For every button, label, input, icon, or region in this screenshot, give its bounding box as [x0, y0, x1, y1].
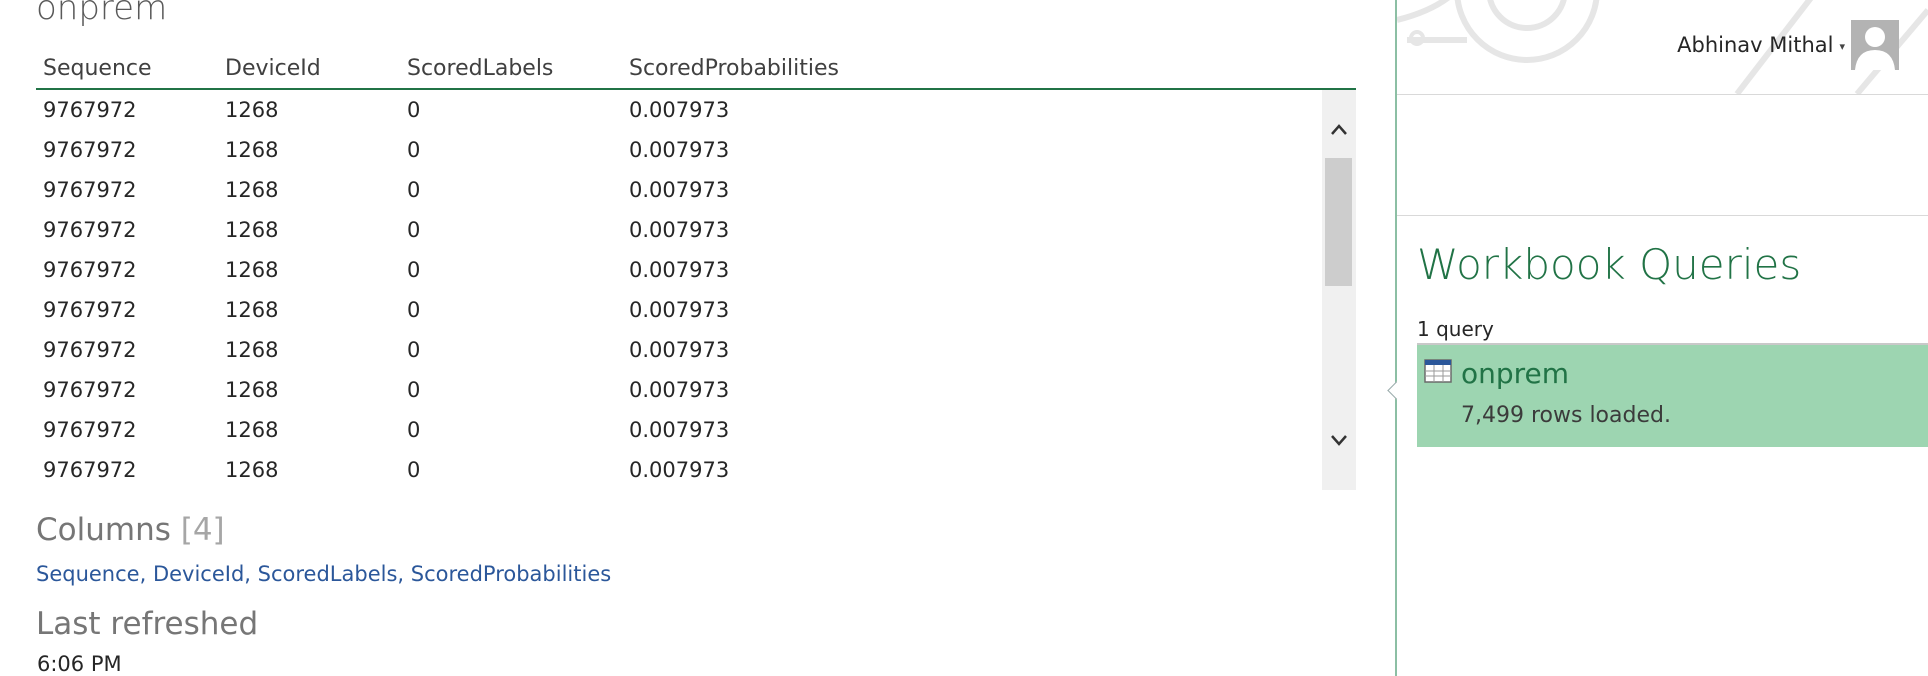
scrollbar-thumb[interactable] [1325, 158, 1352, 286]
table-cell: 1268 [225, 458, 279, 482]
table-row: 9767972 1268 0 0.007973 [36, 370, 1356, 410]
table-cell: 0.007973 [629, 458, 730, 482]
preview-title: onprem [36, 0, 168, 28]
last-refreshed-heading: Last refreshed [36, 606, 259, 642]
column-link[interactable]: ScoredLabels [258, 562, 398, 586]
table-cell: 1268 [225, 418, 279, 442]
table-cell: 0 [407, 418, 421, 442]
table-cell: 1268 [225, 298, 279, 322]
table-row: 9767972 1268 0 0.007973 [36, 90, 1356, 130]
table-cell: 0.007973 [629, 138, 730, 162]
table-cell: 0 [407, 218, 421, 242]
table-cell: 9767972 [43, 258, 137, 282]
table-row: 9767972 1268 0 0.007973 [36, 130, 1356, 170]
table-cell: 0 [407, 338, 421, 362]
table-cell: 9767972 [43, 98, 137, 122]
table-cell: 0.007973 [629, 98, 730, 122]
table-cell: 0.007973 [629, 418, 730, 442]
table-cell: 9767972 [43, 218, 137, 242]
table-cell: 0.007973 [629, 218, 730, 242]
table-cell: 0.007973 [629, 338, 730, 362]
table-cell: 0 [407, 298, 421, 322]
table-cell: 0 [407, 258, 421, 282]
table-cell: 9767972 [43, 458, 137, 482]
table-cell: 0.007973 [629, 298, 730, 322]
table-row: 9767972 1268 0 0.007973 [36, 410, 1356, 450]
table-row: 9767972 1268 0 0.007973 [36, 290, 1356, 330]
account-header: Abhinav Mithal ▾ [1397, 0, 1928, 95]
table-body: 9767972 1268 0 0.007973 9767972 1268 0 0.007973… [36, 90, 1356, 490]
user-name: Abhinav Mithal [1677, 33, 1834, 57]
scroll-down-icon[interactable] [1329, 430, 1349, 450]
table-cell: 0 [407, 378, 421, 402]
query-count: 1 query [1417, 317, 1494, 341]
query-preview-panel: onprem Sequence DeviceId ScoredLabels Sc… [0, 0, 1395, 676]
user-account-menu[interactable]: Abhinav Mithal ▾ [1677, 33, 1845, 57]
table-cell: 0 [407, 138, 421, 162]
column-link[interactable]: Sequence [36, 562, 140, 586]
table-cell: 1268 [225, 98, 279, 122]
query-status: 7,499 rows loaded. [1461, 403, 1671, 428]
last-refreshed-time: 6:06 PM [37, 652, 122, 676]
pane-spacer [1397, 95, 1928, 216]
table-cell: 1268 [225, 138, 279, 162]
table-row: 9767972 1268 0 0.007973 [36, 170, 1356, 210]
table-cell: 1268 [225, 258, 279, 282]
table-cell: 0.007973 [629, 378, 730, 402]
column-link[interactable]: DeviceId [153, 562, 244, 586]
pane-title: Workbook Queries [1417, 240, 1802, 289]
table-cell: 9767972 [43, 378, 137, 402]
avatar[interactable] [1851, 20, 1899, 70]
column-header: Sequence [43, 56, 152, 81]
column-header: ScoredLabels [407, 56, 554, 81]
table-cell: 9767972 [43, 338, 137, 362]
table-cell: 9767972 [43, 178, 137, 202]
table-cell: 9767972 [43, 138, 137, 162]
table-row: 9767972 1268 0 0.007973 [36, 450, 1356, 490]
decorative-circuit-icon [1397, 0, 1928, 94]
table-cell: 0.007973 [629, 258, 730, 282]
table-cell: 0 [407, 178, 421, 202]
column-header: DeviceId [225, 56, 321, 81]
table-icon [1424, 359, 1452, 387]
table-cell: 0 [407, 98, 421, 122]
workbook-queries-pane: Abhinav Mithal ▾ Workbook Queries 1 query… [1397, 0, 1928, 676]
column-links: Sequence, DeviceId, ScoredLabels, Scored… [36, 562, 612, 586]
table-row: 9767972 1268 0 0.007973 [36, 250, 1356, 290]
table-cell: 0.007973 [629, 178, 730, 202]
table-cell: 9767972 [43, 418, 137, 442]
table-row: 9767972 1268 0 0.007973 [36, 330, 1356, 370]
query-item-onprem[interactable]: onprem 7,499 rows loaded. [1417, 343, 1928, 447]
column-header: ScoredProbabilities [629, 56, 839, 81]
user-caret-icon: ▾ [1839, 39, 1845, 53]
columns-count: [4] [180, 512, 225, 548]
table-scrollbar[interactable] [1322, 90, 1356, 490]
column-link[interactable]: ScoredProbabilities [411, 562, 611, 586]
table-cell: 1268 [225, 338, 279, 362]
table-row: 9767972 1268 0 0.007973 [36, 210, 1356, 250]
table-header: Sequence DeviceId ScoredLabels ScoredPro… [36, 52, 1356, 90]
table-cell: 1268 [225, 378, 279, 402]
columns-heading: Columns [4] [36, 512, 225, 548]
columns-heading-label: Columns [36, 512, 171, 548]
table-cell: 1268 [225, 178, 279, 202]
table-cell: 0 [407, 458, 421, 482]
preview-table: Sequence DeviceId ScoredLabels ScoredPro… [36, 52, 1356, 490]
query-name: onprem [1461, 357, 1570, 390]
table-cell: 9767972 [43, 298, 137, 322]
table-cell: 1268 [225, 218, 279, 242]
scroll-up-icon[interactable] [1329, 120, 1349, 140]
